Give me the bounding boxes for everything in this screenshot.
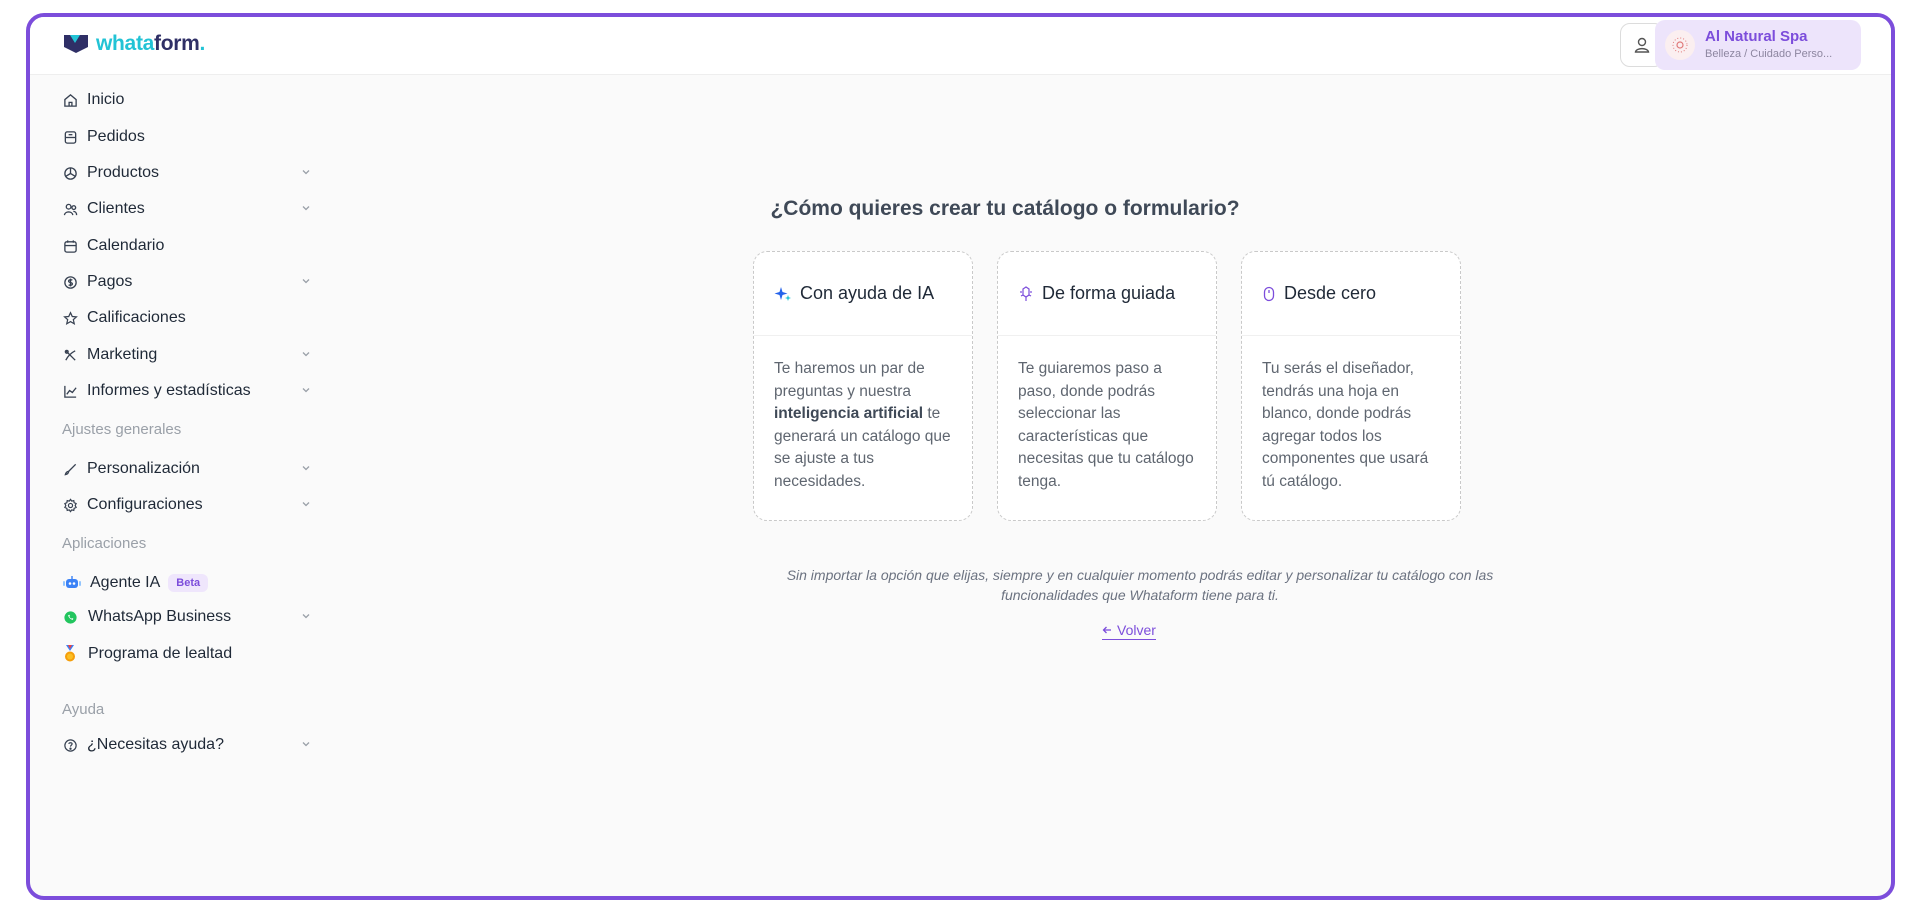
chevron-down-icon: [302, 352, 310, 357]
back-link[interactable]: Volver: [1102, 622, 1156, 640]
account-info: Al Natural Spa Belleza / Cuidado Perso..…: [1705, 28, 1832, 62]
sidebar-item-label: Pagos: [87, 273, 133, 290]
sidebar-item-inicio[interactable]: Inicio: [62, 85, 312, 115]
sidebar-item-necesitas-ayuda[interactable]: ¿Necesitas ayuda?: [62, 730, 312, 760]
help-icon: [62, 737, 78, 753]
page-title: ¿Cómo quieres crear tu catálogo o formul…: [770, 197, 1240, 220]
sidebar-item-label: Agente IA: [90, 574, 161, 591]
sidebar-item-label: Marketing: [87, 346, 158, 363]
chevron-down-icon: [302, 388, 310, 393]
sidebar-item-productos[interactable]: Productos: [62, 158, 312, 188]
sparkles-icon: [774, 285, 792, 303]
marketing-icon: [62, 347, 78, 363]
clients-icon: [62, 201, 78, 217]
sidebar-item-pedidos[interactable]: Pedidos: [62, 122, 312, 152]
sidebar-item-clientes[interactable]: Clientes: [62, 194, 312, 224]
card-header: Desde cero: [1242, 252, 1460, 336]
sidebar-item-label: Productos: [87, 164, 160, 181]
sidebar-item-label: WhatsApp Business: [88, 608, 232, 625]
card-description: Te guiaremos paso a paso, donde podrás s…: [1018, 360, 1194, 490]
section-label-ayuda: Ayuda: [62, 701, 105, 718]
home-icon: [62, 92, 78, 108]
chevron-down-icon: [302, 742, 310, 747]
account-name: Al Natural Spa: [1705, 28, 1808, 45]
payments-icon: [62, 274, 78, 290]
chevron-down-icon: [302, 279, 310, 284]
sidebar-item-label: Personalización: [87, 460, 200, 477]
spa-logo-icon: [1672, 37, 1688, 53]
user-icon: [1634, 37, 1650, 53]
card-header: Con ayuda de IA: [754, 252, 972, 336]
card-header: De forma guiada: [998, 252, 1216, 336]
mouse-icon: [1262, 286, 1276, 302]
sidebar-item-label: ¿Necesitas ayuda?: [87, 736, 224, 753]
sidebar-item-pagos[interactable]: Pagos: [62, 267, 312, 297]
whataform-logo-icon: [64, 35, 88, 53]
sidebar-item-label: Inicio: [87, 91, 125, 108]
sidebar-item-whatsapp-business[interactable]: WhatsApp Business: [62, 602, 312, 632]
option-card-desde-cero[interactable]: Desde cero Tu serás el diseñador, tendrá…: [1241, 251, 1461, 521]
app-frame: whataform. Al Natural Spa Belleza / Cuid…: [26, 13, 1895, 900]
beta-badge: Beta: [168, 574, 209, 592]
robot-icon: [62, 575, 82, 591]
sidebar-item-marketing[interactable]: Marketing: [62, 340, 312, 370]
products-icon: [62, 165, 78, 181]
option-card-guiada[interactable]: De forma guiada Te guiaremos paso a paso…: [997, 251, 1217, 521]
sidebar-item-configuraciones[interactable]: Configuraciones: [62, 490, 312, 520]
chevron-down-icon: [302, 170, 310, 175]
sidebar-item-label: Calificaciones: [87, 309, 186, 326]
sidebar-item-label: Informes y estadísticas: [87, 382, 251, 399]
arrow-left-icon: [1102, 626, 1111, 634]
account-category: Belleza / Cuidado Perso...: [1705, 48, 1833, 60]
sidebar-item-label: Pedidos: [87, 128, 145, 145]
card-title: De forma guiada: [1042, 283, 1176, 303]
chevron-down-icon: [302, 206, 310, 211]
sidebar-item-label: Programa de lealtad: [88, 645, 233, 662]
sidebar-item-calendario[interactable]: Calendario: [62, 231, 312, 261]
star-icon: [62, 310, 78, 326]
sidebar-item-informes[interactable]: Informes y estadísticas: [62, 376, 312, 406]
sidebar: Inicio Pedidos Productos Clientes Calend…: [30, 75, 330, 896]
sidebar-item-agente-ia[interactable]: Agente IA Beta: [62, 568, 312, 598]
chevron-down-icon: [302, 466, 310, 471]
section-label-ajustes: Ajustes generales: [62, 421, 182, 438]
account-switcher[interactable]: Al Natural Spa Belleza / Cuidado Perso..…: [1655, 20, 1861, 70]
card-title: Desde cero: [1284, 283, 1377, 303]
sidebar-item-calificaciones[interactable]: Calificaciones: [62, 303, 312, 333]
sidebar-item-label: Configuraciones: [87, 496, 203, 513]
card-title: Con ayuda de IA: [800, 283, 935, 303]
whatsapp-icon: [62, 609, 78, 625]
chart-icon: [62, 383, 78, 399]
section-label-aplicaciones: Aplicaciones: [62, 535, 147, 552]
sidebar-item-programa-lealtad[interactable]: Programa de lealtad: [62, 639, 312, 669]
option-card-ia[interactable]: Con ayuda de IA Te haremos un par de pre…: [753, 251, 973, 521]
logo-text: whataform.: [96, 32, 206, 55]
orders-icon: [62, 129, 78, 145]
card-description: Tu serás el diseñador, tendrás una hoja …: [1262, 360, 1429, 490]
whataform-logo[interactable]: whataform.: [62, 32, 205, 56]
sidebar-item-label: Calendario: [87, 237, 165, 254]
card-description: Te haremos un par de preguntas y nuestra…: [774, 360, 951, 490]
back-link-label: Volver: [1117, 622, 1156, 638]
brush-icon: [62, 461, 78, 477]
guide-icon: [1018, 285, 1034, 302]
settings-icon: [62, 497, 78, 513]
sidebar-item-personalizacion[interactable]: Personalización: [62, 454, 312, 484]
info-note: Sin importar la opción que elijas, siemp…: [786, 567, 1494, 603]
sidebar-item-label: Clientes: [87, 200, 145, 217]
account-avatar: [1665, 30, 1695, 60]
medal-icon: [62, 645, 78, 662]
top-header: whataform. Al Natural Spa Belleza / Cuid…: [30, 17, 1891, 75]
chevron-down-icon: [302, 502, 310, 507]
calendar-icon: [62, 238, 78, 254]
chevron-down-icon: [302, 614, 310, 619]
